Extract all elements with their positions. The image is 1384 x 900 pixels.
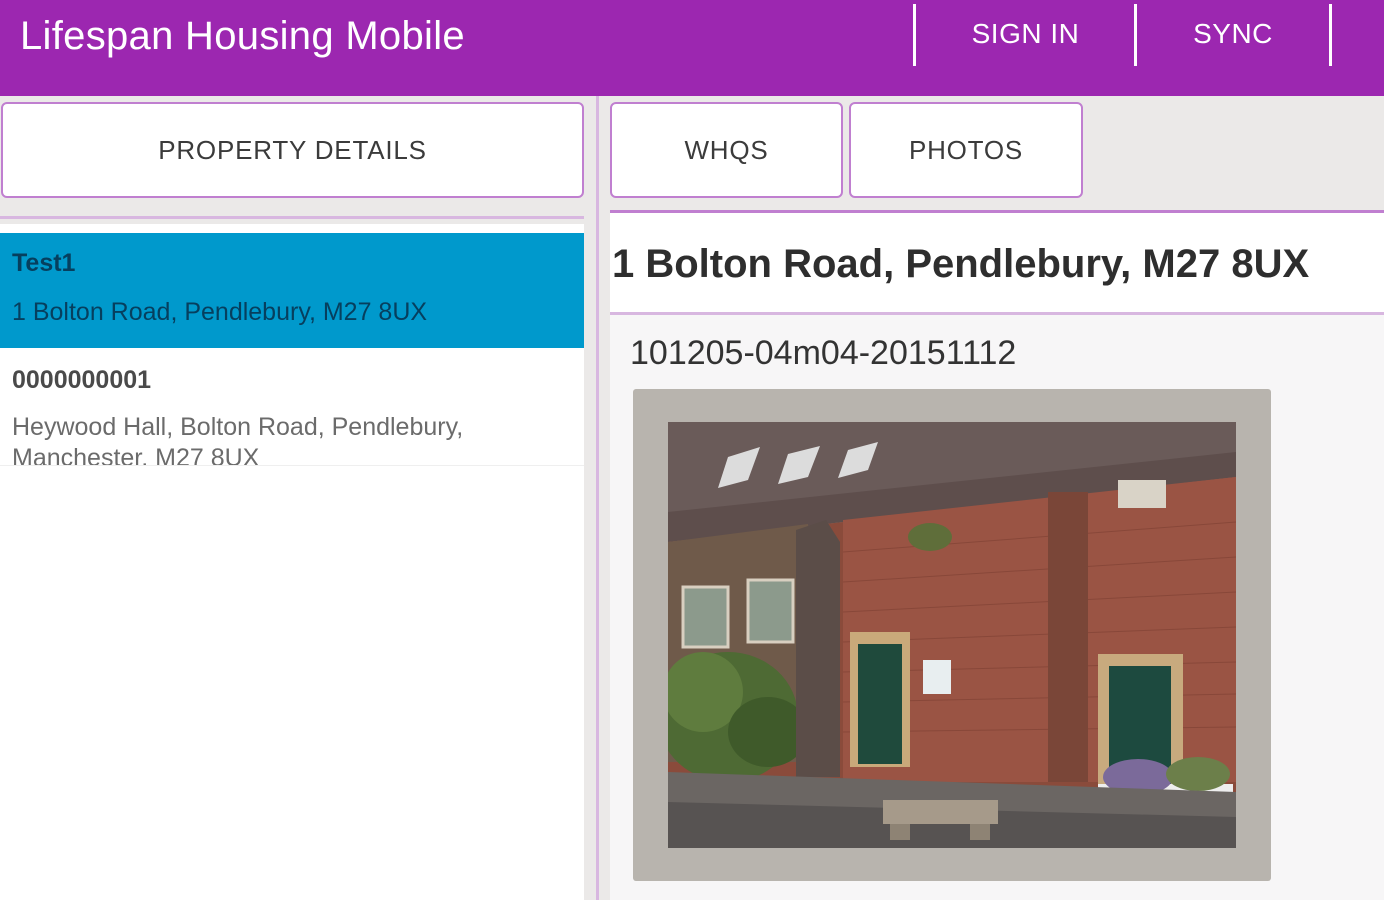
tab-photos[interactable]: PHOTOS	[849, 102, 1083, 198]
property-detail-pane: WHQS PHOTOS 1 Bolton Road, Pendlebury, M…	[610, 96, 1384, 900]
property-address: 1 Bolton Road, Pendlebury, M27 8UX	[12, 298, 428, 326]
app-title: Lifespan Housing Mobile	[20, 14, 465, 58]
pane-divider[interactable]	[584, 96, 610, 900]
photo-frame	[633, 389, 1271, 881]
action-bar: Lifespan Housing Mobile SIGN IN SYNC	[0, 0, 1384, 96]
tab-whqs[interactable]: WHQS	[610, 102, 843, 198]
property-list-pane: PROPERTY DETAILS Test1 1 Bolton Road, Pe…	[0, 96, 584, 900]
photo-caption: 101205-04m04-20151112	[630, 334, 1017, 372]
tab-property-details[interactable]: PROPERTY DETAILS	[1, 102, 584, 198]
divider	[0, 465, 584, 466]
divider	[0, 216, 584, 219]
property-heading: 1 Bolton Road, Pendlebury, M27 8UX	[612, 242, 1310, 286]
divider	[610, 210, 1384, 213]
property-title: 0000000001	[12, 366, 152, 394]
sync-button[interactable]: SYNC	[1137, 18, 1329, 54]
list-item[interactable]: Test1 1 Bolton Road, Pendlebury, M27 8UX	[0, 233, 584, 348]
action-divider	[1329, 4, 1332, 66]
building-photo-image	[668, 422, 1236, 848]
property-title: Test1	[12, 249, 76, 277]
right-tab-strip: WHQS PHOTOS	[610, 96, 1384, 213]
list-item[interactable]: 0000000001 Heywood Hall, Bolton Road, Pe…	[0, 348, 584, 466]
sign-in-button[interactable]: SIGN IN	[916, 18, 1135, 54]
property-photo[interactable]	[668, 422, 1236, 848]
property-address: Heywood Hall, Bolton Road, Pendlebury, M…	[12, 413, 464, 466]
left-tab-strip: PROPERTY DETAILS	[0, 96, 584, 224]
